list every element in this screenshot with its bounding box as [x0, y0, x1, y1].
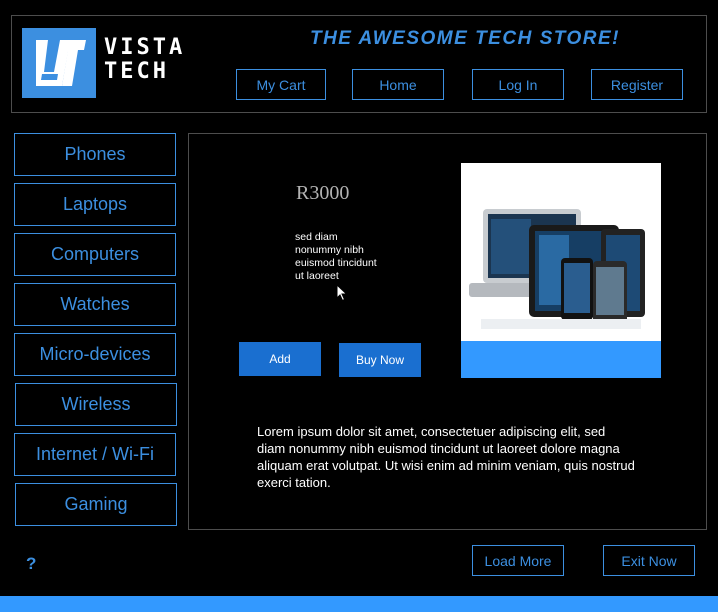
sidebar-item-internet-wifi[interactable]: Internet / Wi-Fi: [14, 433, 176, 476]
product-long-description: Lorem ipsum dolor sit amet, consectetuer…: [257, 424, 635, 490]
footer-bar: [0, 596, 718, 612]
my-cart-button[interactable]: My Cart: [236, 69, 326, 100]
register-button[interactable]: Register: [591, 69, 683, 100]
exit-now-button[interactable]: Exit Now: [603, 545, 695, 576]
sidebar-item-wireless[interactable]: Wireless: [15, 383, 177, 426]
load-more-button[interactable]: Load More: [472, 545, 564, 576]
help-button[interactable]: ?: [26, 554, 36, 574]
buy-now-button[interactable]: Buy Now: [339, 343, 421, 377]
product-short-description: sed diam nonummy nibh euismod tincidunt …: [295, 231, 377, 282]
logo-line-1: VISTA: [104, 35, 186, 60]
logo-mark-icon: [36, 40, 86, 86]
sidebar-item-micro-devices[interactable]: Micro-devices: [14, 333, 176, 376]
add-to-cart-button[interactable]: Add: [239, 342, 321, 376]
product-image-bar: [461, 341, 661, 378]
home-button[interactable]: Home: [352, 69, 444, 100]
sidebar-item-gaming[interactable]: Gaming: [15, 483, 177, 526]
logo-wordmark: VISTA TECH: [104, 36, 185, 84]
sidebar-item-watches[interactable]: Watches: [14, 283, 176, 326]
mouse-pointer-icon: [336, 283, 348, 307]
log-in-button[interactable]: Log In: [472, 69, 564, 100]
sidebar-item-laptops[interactable]: Laptops: [14, 183, 176, 226]
vista-tech-logo: [22, 28, 96, 98]
sidebar-item-computers[interactable]: Computers: [14, 233, 176, 276]
logo-line-2: TECH: [104, 59, 169, 84]
sidebar-item-phones[interactable]: Phones: [14, 133, 176, 176]
product-price: R3000: [296, 182, 350, 204]
store-tagline: THE AWESOME TECH STORE!: [309, 28, 621, 49]
